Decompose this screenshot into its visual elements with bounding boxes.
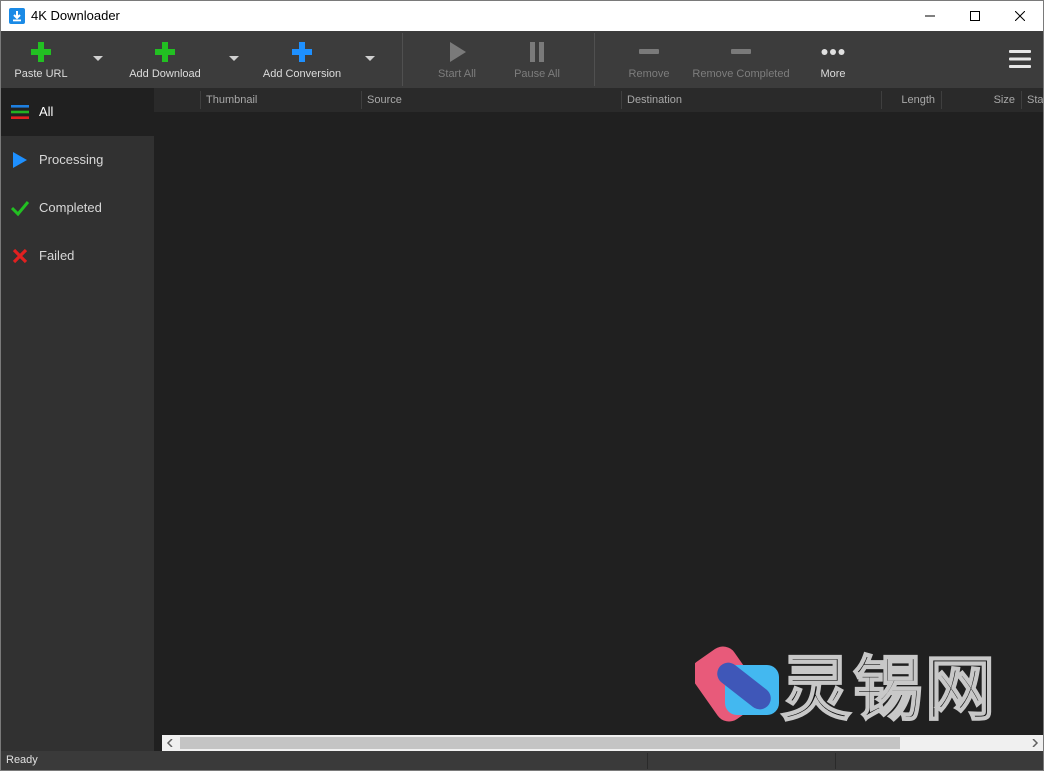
scroll-right-button[interactable] (1027, 735, 1043, 751)
remove-completed-label: Remove Completed (692, 68, 790, 80)
play-icon (13, 152, 27, 168)
minus-icon (731, 49, 751, 54)
column-header-status[interactable]: Status (1022, 88, 1043, 112)
toolbar-separator (594, 33, 595, 86)
add-download-dropdown-icon[interactable] (227, 53, 241, 63)
horizontal-scrollbar[interactable] (162, 735, 1043, 751)
start-all-button[interactable]: Start All (427, 31, 487, 88)
checkmark-icon (11, 201, 29, 217)
scroll-left-button[interactable] (162, 735, 178, 751)
title-bar[interactable]: 4K Downloader (1, 1, 1043, 31)
column-header-length[interactable]: Length (882, 88, 941, 112)
add-conversion-button[interactable]: Add Conversion (257, 31, 347, 88)
paste-url-dropdown-icon[interactable] (91, 53, 105, 63)
maximize-icon (970, 11, 980, 21)
status-separator (835, 753, 836, 769)
sidebar-item-label: All (39, 104, 54, 119)
sidebar-item-processing[interactable]: Processing (1, 136, 154, 184)
sidebar-item-all[interactable]: All (1, 88, 154, 136)
sidebar-item-label: Processing (39, 152, 104, 167)
plus-icon (155, 42, 175, 62)
play-icon (450, 42, 466, 62)
watermark-text: 灵锡网 (780, 648, 997, 730)
pause-icon (530, 42, 544, 62)
sidebar-item-label: Completed (39, 200, 102, 215)
column-header-thumbnail[interactable]: Thumbnail (201, 88, 361, 112)
status-separator (647, 753, 648, 769)
more-label: More (820, 68, 846, 80)
status-text: Ready (6, 754, 38, 766)
minus-icon (639, 49, 659, 54)
add-download-label: Add Download (129, 68, 201, 80)
start-all-label: Start All (438, 68, 476, 80)
sidebar: All Processing Completed Failed (1, 88, 154, 751)
chevron-right-icon (1032, 739, 1039, 747)
paste-url-label: Paste URL (14, 68, 68, 80)
add-download-button[interactable]: Add Download (125, 31, 205, 88)
sidebar-item-label: Failed (39, 248, 75, 263)
watermark: 灵锡网 (695, 645, 1015, 733)
pause-all-label: Pause All (514, 68, 560, 80)
remove-label: Remove (628, 68, 670, 80)
add-conversion-dropdown-icon[interactable] (363, 53, 377, 63)
window-title: 4K Downloader (31, 8, 120, 23)
scrollbar-thumb[interactable] (180, 737, 900, 749)
plus-icon (31, 42, 51, 62)
remove-completed-button[interactable]: Remove Completed (687, 31, 795, 88)
app-window: 4K Downloader Paste URL Add Download Add… (0, 0, 1044, 771)
list-icon (11, 105, 29, 119)
toolbar-separator (402, 33, 403, 86)
sidebar-item-failed[interactable]: Failed (1, 232, 154, 280)
column-header-source[interactable]: Source (362, 88, 620, 112)
pause-all-button[interactable]: Pause All (507, 31, 567, 88)
remove-button[interactable]: Remove (619, 31, 679, 88)
column-header-size[interactable]: Size (942, 88, 1021, 112)
watermark-logo-icon (695, 646, 779, 722)
chevron-left-icon (166, 739, 173, 747)
close-icon (1015, 11, 1025, 21)
toolbar: Paste URL Add Download Add Conversion St… (1, 31, 1043, 88)
maximize-button[interactable] (952, 1, 998, 31)
close-button[interactable] (997, 1, 1043, 31)
sidebar-item-completed[interactable]: Completed (1, 184, 154, 232)
plus-icon (292, 42, 312, 62)
hamburger-menu-icon[interactable] (1009, 49, 1031, 69)
status-bar: Ready (1, 751, 1043, 770)
more-button[interactable]: More (809, 31, 857, 88)
add-conversion-label: Add Conversion (262, 68, 342, 80)
table-header: Thumbnail Source Destination Length Size… (154, 88, 1043, 112)
app-logo-icon (9, 8, 25, 24)
minimize-icon (925, 15, 935, 17)
column-header-destination[interactable]: Destination (622, 88, 880, 112)
minimize-button[interactable] (907, 1, 953, 31)
paste-url-button[interactable]: Paste URL (7, 31, 75, 88)
cross-icon (12, 248, 28, 264)
more-dots-icon (821, 49, 845, 55)
